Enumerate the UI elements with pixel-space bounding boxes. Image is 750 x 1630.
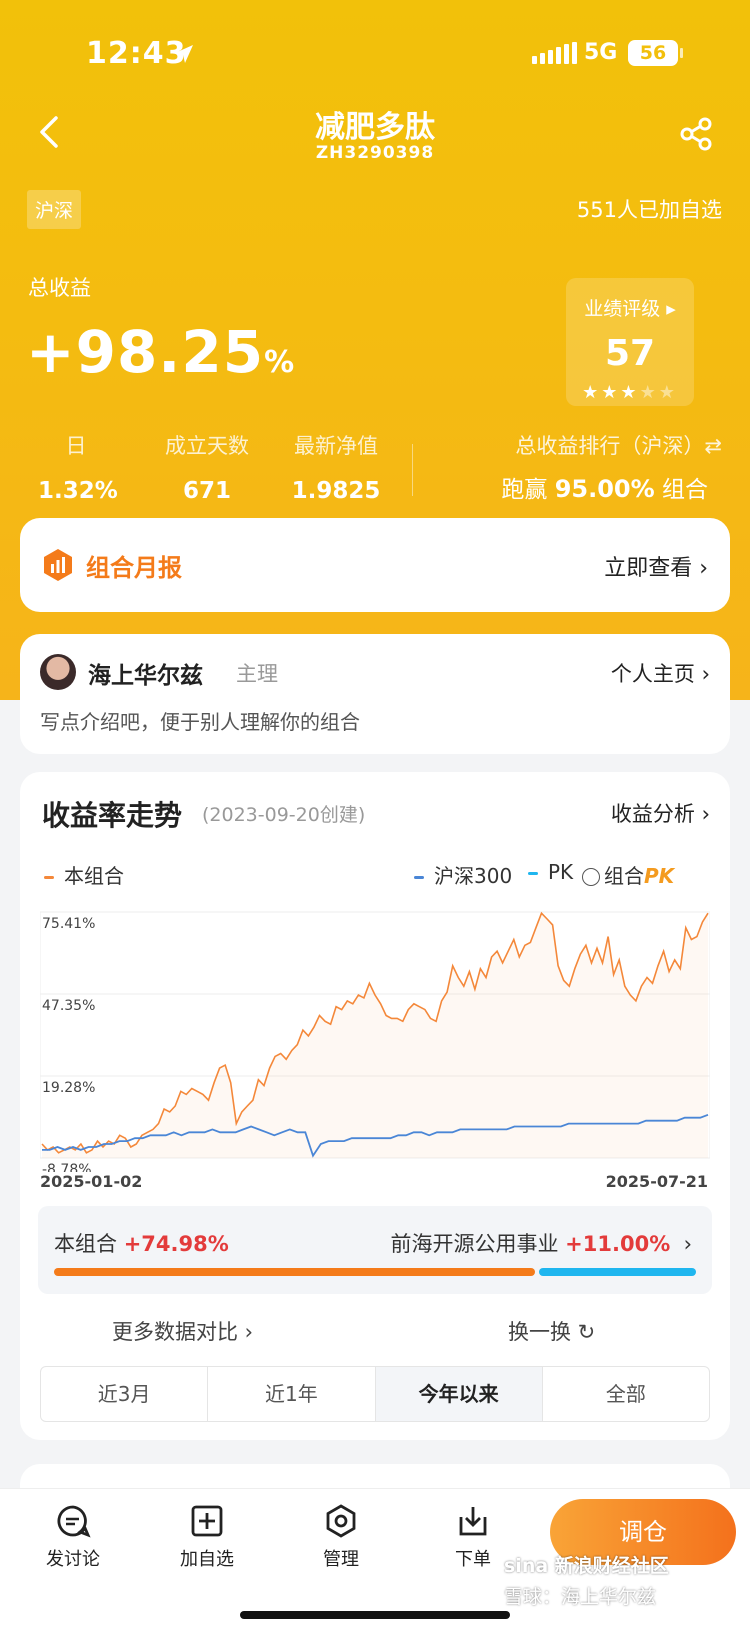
battery-tip	[680, 48, 683, 58]
legend-pk: PK	[528, 860, 573, 884]
page-title: 减肥多肽	[315, 110, 435, 145]
add-watch-button[interactable]: 加自选	[162, 1503, 252, 1571]
discuss-button[interactable]: 发讨论	[28, 1503, 118, 1571]
pk-right: 前海开源公用事业 +11.00% ›	[390, 1232, 692, 1256]
pk-radio[interactable]	[582, 868, 600, 886]
watchers-count: 551人已加自选	[576, 198, 722, 222]
rank-value: 跑赢 95.00% 组合	[501, 475, 708, 503]
report-title: 组合月报	[86, 554, 182, 582]
manager-homepage-link[interactable]: 个人主页 ›	[611, 658, 710, 688]
rating-value: 57	[604, 333, 656, 374]
stats-divider	[412, 444, 413, 496]
stat-days: 成立天数 671	[165, 434, 249, 504]
report-icon	[44, 549, 72, 581]
avatar[interactable]	[40, 654, 76, 690]
signal-icon	[532, 42, 577, 64]
star-icon: ★	[620, 382, 640, 403]
manager-description: 写点介绍吧，便于别人理解你的组合	[40, 710, 360, 734]
tab-1y[interactable]: 近1年	[208, 1367, 376, 1421]
chart-svg: 75.41% 47.35% 19.28% -8.78%	[39, 911, 711, 1178]
star-icon: ★	[658, 382, 678, 403]
manager-name[interactable]: 海上华尔兹	[88, 656, 203, 690]
manage-button[interactable]: 管理	[296, 1503, 386, 1571]
star-icon: ★	[601, 382, 621, 403]
y-tick-label: 47.35%	[42, 998, 95, 1014]
home-indicator[interactable]	[240, 1611, 510, 1619]
rating-label: 业绩评级 ▸	[584, 298, 676, 320]
star-icon: ★	[582, 382, 602, 403]
pk-toggle[interactable]: 组合PK	[582, 860, 674, 889]
return-trend-card: 收益率走势 (2023-09-20创建) 收益分析 › 本组合 沪深300 PK…	[20, 772, 730, 1440]
rank-label[interactable]: 总收益排行（沪深）⇄	[515, 430, 722, 460]
portfolio-code: ZH3290398	[315, 143, 435, 163]
portfolio-area	[42, 913, 708, 1158]
watermark: sina 新浪财经社区 雪球：海上华尔兹	[504, 1555, 669, 1608]
total-return-label: 总收益	[28, 276, 91, 300]
y-tick-label: 75.41%	[42, 916, 95, 932]
more-compare-link[interactable]: 更多数据对比 ›	[112, 1316, 253, 1346]
stat-nav: 最新净值 1.9825	[291, 434, 381, 504]
period-tabs: 近3月 近1年 今年以来 全部	[40, 1366, 710, 1422]
return-chart[interactable]: 75.41% 47.35% 19.28% -8.78%	[39, 902, 711, 1202]
tab-ytd[interactable]: 今年以来	[375, 1367, 543, 1421]
pk-comparison[interactable]: 本组合 +74.98% 前海开源公用事业 +11.00% ›	[38, 1206, 712, 1294]
rating-stars: ★★★★★	[566, 382, 694, 403]
tab-all[interactable]: 全部	[543, 1367, 709, 1421]
add-watch-icon	[191, 1505, 223, 1537]
y-tick-label: -8.78%	[42, 1162, 92, 1172]
network-type: 5G	[584, 40, 618, 65]
trend-title: 收益率走势	[42, 799, 183, 832]
pk-brand: PK	[644, 864, 675, 888]
chart-end-date: 2025-07-21	[605, 1172, 708, 1191]
comment-icon	[57, 1505, 91, 1538]
monthly-report-card[interactable]: 组合月报 立即查看 ›	[20, 518, 730, 612]
total-return-value: +98.25%	[26, 318, 296, 386]
report-view-link[interactable]: 立即查看 ›	[604, 550, 708, 582]
location-arrow-icon	[175, 45, 193, 63]
y-tick-label: 19.28%	[42, 1080, 95, 1096]
pk-bar-compare	[539, 1268, 696, 1276]
stat-daily: 日 1.32%	[38, 434, 118, 504]
swap-link[interactable]: 换一换 ↻	[508, 1316, 595, 1346]
manager-card: 海上华尔兹 主理 个人主页 › 写点介绍吧，便于别人理解你的组合	[20, 634, 730, 754]
legend-portfolio: 本组合	[44, 860, 124, 889]
legend-index: 沪深300	[414, 860, 512, 889]
chart-start-date: 2025-01-02	[40, 1172, 143, 1191]
manager-role: 主理	[236, 662, 278, 686]
performance-rating[interactable]: 业绩评级 ▸ 57 ★★★★★	[566, 278, 694, 406]
trend-created: (2023-09-20创建)	[202, 804, 366, 826]
manage-icon	[326, 1504, 356, 1538]
pk-left: 本组合 +74.98%	[54, 1232, 229, 1256]
status-bar: 12:43 5G 56	[0, 36, 750, 76]
battery-icon: 56	[628, 40, 678, 66]
order-icon	[459, 1507, 487, 1536]
return-analysis-link[interactable]: 收益分析 ›	[611, 798, 710, 828]
share-icon[interactable]	[678, 116, 714, 152]
bottom-bar: 发讨论 加自选 管理 下单 调仓 sina 新浪财经社区 雪球：海上华尔兹	[0, 1488, 750, 1630]
pk-bar-portfolio	[54, 1268, 535, 1276]
star-icon: ★	[639, 382, 659, 403]
tab-3m[interactable]: 近3月	[41, 1367, 209, 1421]
market-tag: 沪深	[27, 190, 82, 229]
